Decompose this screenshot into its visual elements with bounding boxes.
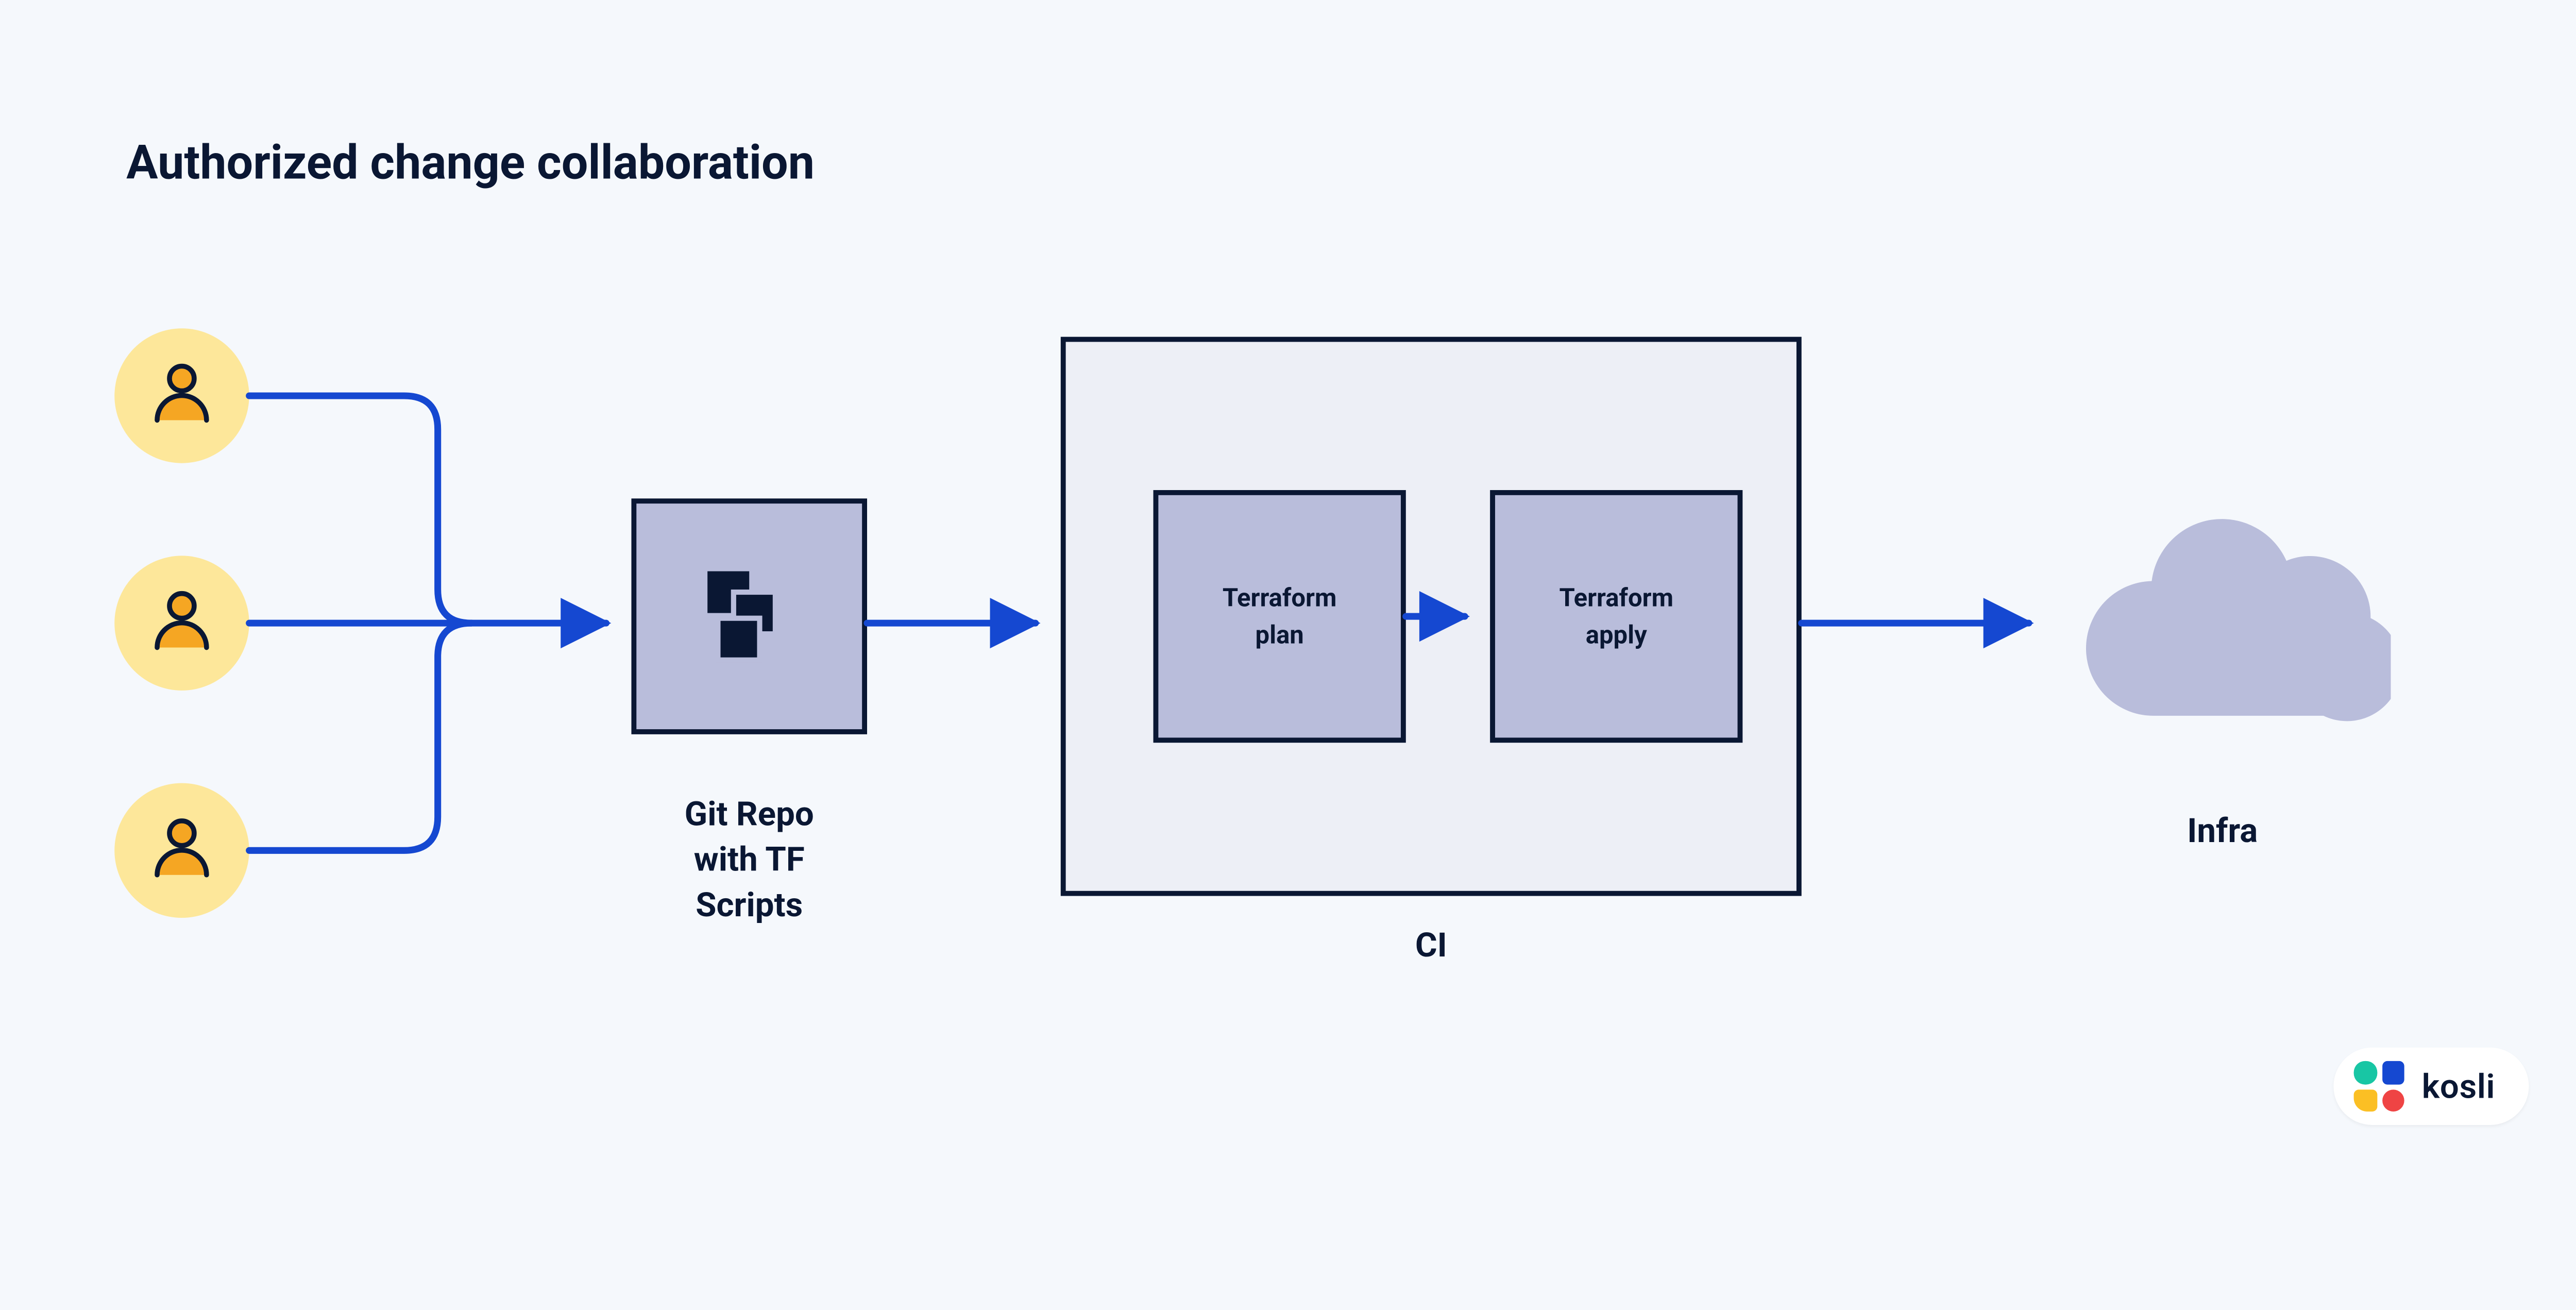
brand-badge: kosli [2334,1048,2529,1125]
diagram-canvas: Authorized change collaboration [0,0,2576,1162]
user-node [114,783,249,918]
ci-label: CI [1061,923,1802,968]
terraform-apply-node: Terraform apply [1490,490,1742,743]
infra-label: Infra [2054,809,2391,854]
diagram-title: Authorized change collaboration [126,135,815,190]
brand-name: kosli [2422,1066,2495,1106]
terraform-apply-label-l2: apply [1586,616,1647,654]
cloud-icon [2054,724,2391,756]
kosli-logo-icon [2354,1061,2405,1112]
terraform-plan-node: Terraform plan [1154,490,1406,743]
user-icon [145,356,219,436]
terraform-apply-label-l1: Terraform [1559,579,1673,617]
stacked-squares-icon [697,561,802,672]
terraform-plan-label-l2: plan [1256,616,1304,654]
user-icon [145,583,219,664]
user-node [114,556,249,690]
terraform-plan-label-l1: Terraform [1223,579,1337,617]
git-repo-node [631,498,867,734]
user-icon [145,810,219,891]
user-node [114,328,249,463]
infra-node [2054,480,2391,749]
git-repo-label: Git Repo with TF Scripts [631,792,867,928]
